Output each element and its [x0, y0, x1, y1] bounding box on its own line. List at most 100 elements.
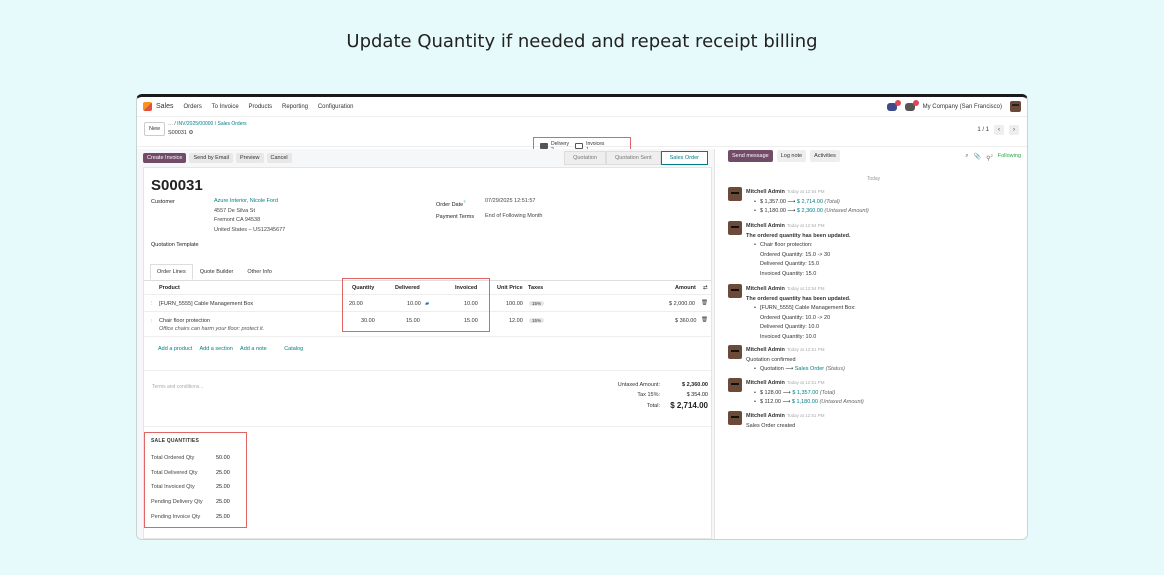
form-sheet: S00031 Customer Azure Interior, Nicole F… [143, 167, 712, 539]
stage-sales-order[interactable]: Sales Order [660, 151, 708, 165]
line-unit-price[interactable]: 12.00 [509, 318, 523, 324]
add-note-link[interactable]: Add a note [240, 346, 267, 352]
top-navbar: Sales Orders To Invoice Products Reporti… [137, 97, 1027, 117]
pager-value[interactable]: 1 / 1 [977, 127, 989, 133]
col-taxes[interactable]: Taxes [528, 285, 543, 291]
add-product-link[interactable]: Add a product [158, 346, 192, 352]
new-button[interactable]: New [144, 122, 166, 136]
app-name[interactable]: Sales [156, 103, 174, 110]
send-message-button[interactable]: Send message [728, 150, 773, 162]
company-switcher[interactable]: My Company (San Francisco) [923, 104, 1002, 110]
following-button[interactable]: Following [998, 153, 1021, 162]
line-unit-price[interactable]: 100.00 [506, 301, 523, 307]
help-icon[interactable]: ? [463, 199, 465, 204]
trash-icon[interactable]: 🗑 [701, 300, 708, 306]
total-value: $ 2,714.00 [670, 401, 708, 410]
preview-button[interactable]: Preview [235, 153, 264, 163]
stage-quotation-sent[interactable]: Quotation Sent [605, 151, 661, 165]
followers-icon[interactable]: ⚲2 [986, 153, 993, 162]
tab-quote-builder[interactable]: Quote Builder [193, 264, 241, 280]
trash-icon[interactable]: 🗑 [701, 317, 708, 323]
chatter-message: Mitchell Admin Today at 12:54 PM The orde… [728, 221, 1021, 279]
col-unit-price[interactable]: Unit Price [497, 285, 523, 291]
app-menu-icon[interactable] [143, 102, 152, 111]
chatter-message: Mitchell Admin Today at 12:51 PM Quotatio… [728, 345, 1021, 375]
payment-terms-value[interactable]: End of Following Month [485, 212, 542, 222]
order-title: S00031 [151, 177, 203, 194]
drag-handle-icon[interactable]: ⋮ [149, 319, 155, 325]
col-product[interactable]: Product [159, 285, 180, 291]
breadcrumb-sep: / [174, 121, 176, 127]
status-bar: Create Invoice Send by Email Preview Can… [137, 149, 714, 167]
stage-quotation[interactable]: Quotation [564, 151, 606, 165]
total-delivered-label: Total Delivered Qty [151, 470, 198, 476]
menu-products[interactable]: Products [249, 104, 273, 110]
breadcrumb-invoice[interactable]: INV/2025/00000 [177, 121, 213, 127]
pending-invoice-value: 25.00 [216, 514, 230, 520]
activities-button[interactable]: Activities [810, 150, 840, 162]
chatter-message: Mitchell Admin Today at 12:54 PM The orde… [728, 284, 1021, 342]
total-delivered-value: 25.00 [216, 470, 230, 476]
pending-delivery-label: Pending Delivery Qty [151, 499, 203, 505]
order-date-value[interactable]: 07/29/2025 12:51:57 [485, 197, 535, 207]
pending-delivery-value: 25.00 [216, 499, 230, 505]
gear-icon[interactable]: ⚙ [189, 130, 194, 136]
menu-configuration[interactable]: Configuration [318, 104, 354, 110]
order-date-label: Order Date? [436, 199, 466, 208]
create-invoice-button[interactable]: Create Invoice [143, 153, 187, 163]
control-panel: New … / INV/2025/00000 / Sales Orders S0… [137, 117, 1027, 162]
form-view: Create Invoice Send by Email Preview Can… [137, 149, 715, 539]
untaxed-value: $ 2,360.00 [682, 382, 708, 388]
log-note-button[interactable]: Log note [776, 150, 807, 162]
col-amount[interactable]: Amount [675, 285, 696, 291]
customer-label: Customer [151, 199, 175, 205]
total-invoiced-value: 25.00 [216, 484, 230, 490]
avatar [728, 345, 742, 359]
customer-address: Azure Interior, Nicole Ford 4557 De Silv… [214, 197, 286, 233]
user-avatar[interactable] [1010, 101, 1021, 112]
tax-value: $ 354.00 [686, 392, 708, 398]
activities-icon[interactable] [904, 99, 919, 111]
avatar [728, 284, 742, 298]
line-tax-tag[interactable]: 15% [529, 318, 545, 323]
menu-to-invoice[interactable]: To Invoice [212, 104, 239, 110]
divider [144, 426, 711, 427]
tab-order-lines[interactable]: Order Lines [150, 264, 193, 280]
tab-other-info[interactable]: Other Info [240, 264, 278, 280]
add-section-link[interactable]: Add a section [199, 346, 232, 352]
messages-icon[interactable] [886, 99, 901, 111]
breadcrumb-dots[interactable]: … [168, 121, 173, 127]
avatar [728, 378, 742, 392]
record-name: S00031 ⚙ [168, 130, 194, 136]
tax-label: Tax 15%: [637, 392, 660, 398]
chatter-message: Mitchell Admin Today at 12:51 PM Sales Or… [728, 411, 1021, 431]
customer-link[interactable]: Azure Interior, Nicole Ford [214, 197, 285, 207]
line-product[interactable]: Chair floor protection [159, 318, 210, 324]
breadcrumb-sales-orders[interactable]: Sales Orders [217, 121, 246, 127]
chatter-panel: Send message Log note Activities ⌕ 📎 ⚲2 … [720, 149, 1027, 539]
terms-input[interactable]: Terms and conditions... [152, 384, 203, 390]
activities-count [912, 99, 919, 106]
cancel-button[interactable]: Cancel [266, 153, 292, 163]
caption: Update Quantity if needed and repeat rec… [346, 31, 818, 52]
date-separator: Today [866, 176, 881, 182]
app-window: Sales Orders To Invoice Products Reporti… [136, 94, 1028, 540]
line-amount: $ 360.00 [675, 318, 697, 324]
paperclip-icon[interactable]: 📎 [974, 153, 981, 162]
menu-orders[interactable]: Orders [184, 104, 202, 110]
line-tax-tag[interactable]: 15% [529, 301, 545, 306]
quantities-highlight [342, 278, 490, 332]
chevron-right-icon[interactable]: › [1009, 125, 1019, 135]
chevron-left-icon[interactable]: ‹ [994, 125, 1004, 135]
catalog-link[interactable]: Catalog [284, 346, 303, 352]
send-by-email-button[interactable]: Send by Email [189, 153, 233, 163]
column-settings-icon[interactable]: ⇄ [703, 285, 708, 291]
untaxed-label: Untaxed Amount: [617, 382, 660, 388]
drag-handle-icon[interactable]: ⋮ [149, 301, 155, 307]
chatter-message: Mitchell AdminToday at 12:51 PM $ 128.00… [728, 378, 1021, 408]
menu-reporting[interactable]: Reporting [282, 104, 308, 110]
messages-count [894, 99, 901, 106]
line-description[interactable]: Office chairs can harm your floor: prote… [159, 326, 264, 332]
search-icon[interactable]: ⌕ [965, 153, 968, 162]
line-product[interactable]: [FURN_5555] Cable Management Box [159, 301, 253, 307]
